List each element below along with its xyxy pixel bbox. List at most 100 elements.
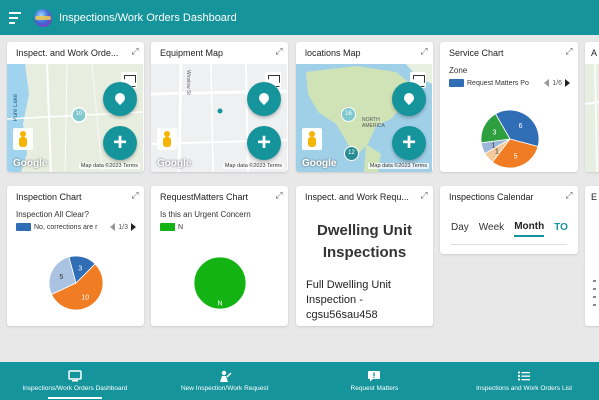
worker-icon (218, 370, 232, 382)
street-view-icon[interactable] (157, 128, 177, 150)
pie-data-label: 6 (519, 123, 523, 130)
expand-icon[interactable]: ⤢ (564, 46, 574, 56)
next-page-icon[interactable] (565, 79, 570, 87)
nav-request-matters[interactable]: Request Matters (300, 362, 450, 400)
pie-data-label: 5 (514, 153, 518, 160)
street-view-icon[interactable] (13, 128, 33, 150)
locations-map-card: locations Map ⤢ NORTH AMERICA 16 12 + Go… (296, 42, 433, 172)
expand-icon[interactable]: ⤢ (419, 46, 429, 56)
plus-icon: + (401, 129, 416, 156)
bottom-navigation: Inspections/Work Orders Dashboard New In… (0, 362, 599, 400)
inspect-doc-card: Inspect. and Work Requ... ⤢ Dwelling Uni… (296, 186, 433, 326)
pie-data-label: 1 (495, 148, 499, 155)
legend-swatch (16, 223, 31, 231)
tab-month[interactable]: Month (514, 221, 545, 237)
tab-day[interactable]: Day (451, 222, 469, 236)
card-title: locations Map (305, 48, 361, 58)
location-button[interactable] (103, 82, 137, 116)
street-view-icon[interactable] (302, 128, 322, 150)
legend-label: N (178, 223, 184, 231)
card-title: Inspect. and Work Requ... (305, 192, 409, 202)
pie-data-label: 3 (492, 129, 496, 136)
google-logo: Google (302, 158, 337, 169)
app-title: Inspections/Work Orders Dashboard (59, 11, 237, 24)
service-chart-card: Service Chart ⤢ Zone Request Matters Po … (440, 42, 578, 172)
pie-data-label: N (217, 301, 222, 308)
tab-week[interactable]: Week (479, 222, 504, 236)
card-title: Inspections Calendar (449, 192, 534, 202)
expand-icon[interactable]: ⤢ (274, 190, 284, 200)
card-title: A (591, 48, 598, 58)
legend-heading: Is this an Urgent Concern (160, 210, 251, 219)
calendar-divider (451, 244, 567, 245)
chat-alert-icon (367, 370, 381, 382)
card-title: Equipment Map (160, 48, 224, 58)
nav-new-inspection[interactable]: New Inspection/Work Request (150, 362, 300, 400)
map-view[interactable]: Winslow St + Google Map data ©2023 Terms (151, 64, 287, 172)
location-pin-icon (401, 90, 417, 105)
expand-icon[interactable]: ⤢ (130, 46, 140, 56)
nav-dashboard[interactable]: Inspections/Work Orders Dashboard (0, 362, 150, 400)
partial-card-top: A (585, 42, 599, 172)
location-button[interactable] (392, 82, 426, 116)
legend-swatch (160, 223, 175, 231)
card-title: Inspection Chart (16, 192, 82, 202)
inspections-calendar-card: Inspections Calendar ⤢ Day Week Month TO (440, 186, 578, 254)
pie-data-label: 5 (59, 274, 63, 281)
map-attribution[interactable]: Map data ©2023 Terms (367, 163, 429, 169)
pie-data-label: 10 (81, 294, 89, 301)
legend-label: No, corrections are r (34, 223, 98, 231)
legend-pager: 1/6 (544, 79, 570, 87)
map-attribution[interactable]: Map data ©2023 Terms (78, 163, 140, 169)
legend-swatch (449, 79, 464, 87)
expand-icon[interactable]: ⤢ (419, 190, 429, 200)
requestmatters-chart-card: RequestMatters Chart ⤢ Is this an Urgent… (151, 186, 288, 326)
nav-label: Inspections/Work Orders Dashboard (22, 385, 128, 392)
legend-page: 1/3 (118, 223, 128, 231)
expand-icon[interactable]: ⤢ (130, 190, 140, 200)
monitor-icon (68, 370, 82, 382)
add-button[interactable]: + (392, 126, 426, 160)
prev-page-icon[interactable] (544, 79, 550, 87)
add-button[interactable]: + (103, 126, 137, 160)
map-street-label: Pure Lake (13, 94, 19, 122)
legend-row: No, corrections are r 1/3 (7, 223, 144, 231)
menu-icon[interactable] (9, 11, 23, 24)
map-attribution[interactable]: Map data ©2023 Terms (222, 163, 284, 169)
legend-row: N (151, 223, 288, 231)
inspection-pie-chart[interactable]: 10 5 3 (7, 242, 144, 326)
google-logo: Google (157, 158, 192, 169)
cluster-marker[interactable]: 12 (344, 146, 359, 161)
next-page-icon[interactable] (131, 223, 136, 231)
cluster-marker[interactable]: 16 (341, 107, 356, 122)
legend-label: Request Matters Po (467, 79, 529, 87)
map-view[interactable]: NORTH AMERICA 16 12 + Google Map data ©2… (296, 64, 432, 172)
service-pie-chart[interactable]: 6 5 11 3 (440, 98, 578, 172)
plus-icon: + (256, 129, 271, 156)
location-button[interactable] (247, 82, 281, 116)
cluster-marker-label: 12 (348, 150, 355, 156)
partial-card-bottom: E (585, 186, 599, 326)
requestmatters-pie-chart[interactable]: N (151, 242, 288, 326)
plus-icon: + (112, 129, 127, 156)
nav-list[interactable]: Inspections and Work Orders List (449, 362, 599, 400)
today-button[interactable]: TO (554, 222, 568, 236)
card-title: Service Chart (449, 48, 504, 58)
nav-label: Inspections and Work Orders List (476, 385, 573, 392)
pie-data-label: 3 (78, 265, 82, 272)
pie-data-label: 1 (492, 143, 496, 150)
partial-text-lines (593, 280, 596, 306)
expand-icon[interactable]: ⤢ (274, 46, 284, 56)
map-view[interactable]: Pure Lake 10 + Google Map data ©2023 Ter… (7, 64, 143, 172)
google-logo: Google (13, 158, 48, 169)
location-pin-icon (112, 90, 128, 105)
cluster-marker-label: 16 (345, 111, 352, 117)
doc-body[interactable]: Full Dwelling Unit Inspection - cgsu56sa… (296, 278, 433, 323)
prev-page-icon[interactable] (110, 223, 116, 231)
cluster-marker-label: 10 (75, 111, 83, 117)
legend-page: 1/6 (552, 79, 562, 87)
expand-icon[interactable]: ⤢ (564, 190, 574, 200)
nav-label: New Inspection/Work Request (180, 385, 269, 392)
equipment-map-card: Equipment Map ⤢ Winslow St + Google Map … (151, 42, 288, 172)
add-button[interactable]: + (247, 126, 281, 160)
